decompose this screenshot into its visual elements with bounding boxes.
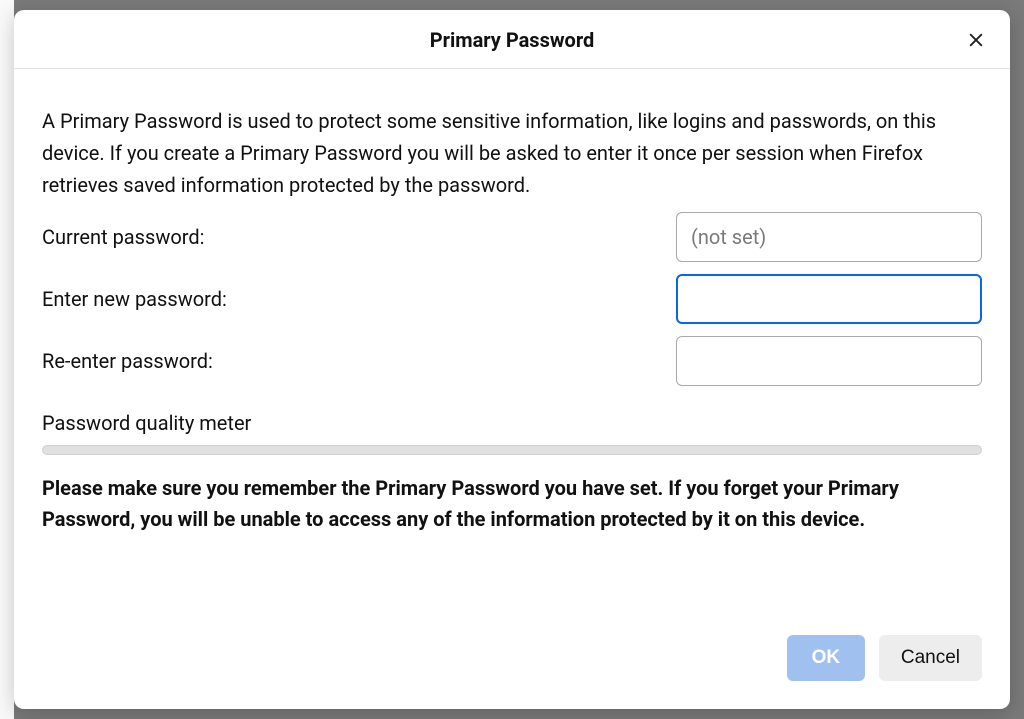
dialog-title: Primary Password: [430, 28, 594, 52]
password-quality-meter: [42, 445, 982, 455]
new-password-field[interactable]: [676, 274, 982, 324]
dialog-body: A Primary Password is used to protect so…: [14, 69, 1010, 613]
current-password-row: Current password: (not set): [42, 211, 982, 263]
new-password-label: Enter new password:: [42, 287, 227, 311]
background-page-sliver: [0, 0, 14, 719]
warning-text: Please make sure you remember the Primar…: [42, 473, 982, 535]
intro-text: A Primary Password is used to protect so…: [42, 105, 982, 201]
cancel-button[interactable]: Cancel: [879, 635, 982, 681]
new-password-row: Enter new password:: [42, 273, 982, 325]
current-password-label: Current password:: [42, 225, 204, 249]
dialog-header: Primary Password: [14, 10, 1010, 69]
dialog-footer: OK Cancel: [14, 613, 1010, 709]
reenter-password-row: Re-enter password:: [42, 335, 982, 387]
close-button[interactable]: [962, 26, 990, 54]
ok-button[interactable]: OK: [787, 635, 865, 681]
current-password-field[interactable]: (not set): [676, 212, 982, 262]
reenter-password-label: Re-enter password:: [42, 349, 213, 373]
password-quality-meter-label: Password quality meter: [42, 411, 982, 435]
current-password-placeholder: (not set): [691, 225, 766, 249]
primary-password-dialog: Primary Password A Primary Password is u…: [14, 10, 1010, 709]
reenter-password-field[interactable]: [676, 336, 982, 386]
close-icon: [966, 30, 986, 50]
